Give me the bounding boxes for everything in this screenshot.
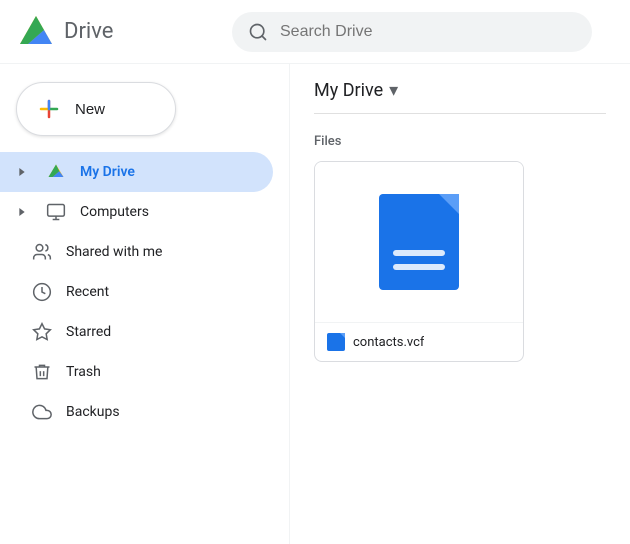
file-small-icon bbox=[327, 333, 345, 351]
section-label: Files bbox=[314, 134, 606, 149]
sidebar-item-computers[interactable]: Computers bbox=[0, 192, 273, 232]
file-footer: contacts.vcf bbox=[315, 322, 523, 361]
drive-logo-icon bbox=[16, 12, 56, 52]
new-button[interactable]: New bbox=[16, 82, 176, 136]
starred-label: Starred bbox=[66, 324, 111, 340]
sidebar-item-shared-with-me[interactable]: Shared with me bbox=[0, 232, 273, 272]
sidebar: New My Drive bbox=[0, 64, 290, 544]
search-bar[interactable] bbox=[232, 12, 592, 52]
star-icon bbox=[32, 322, 52, 342]
my-drive-label: My Drive bbox=[80, 164, 135, 180]
dropdown-arrow-icon[interactable]: ▾ bbox=[389, 80, 398, 101]
files-grid: contacts.vcf bbox=[314, 161, 606, 362]
sidebar-item-trash[interactable]: Trash bbox=[0, 352, 273, 392]
expand-arrow-icon bbox=[12, 162, 32, 182]
main-layout: New My Drive bbox=[0, 64, 630, 544]
new-button-label: New bbox=[75, 101, 105, 118]
drive-icon bbox=[46, 162, 66, 182]
sidebar-item-recent[interactable]: Recent bbox=[0, 272, 273, 312]
header: Drive bbox=[0, 0, 630, 64]
trash-icon bbox=[32, 362, 52, 382]
file-preview bbox=[315, 162, 523, 322]
file-card[interactable]: contacts.vcf bbox=[314, 161, 524, 362]
content-area: My Drive ▾ Files contacts.vcf bbox=[290, 64, 630, 544]
search-input[interactable] bbox=[280, 23, 576, 41]
logo-text: Drive bbox=[64, 19, 113, 44]
backups-label: Backups bbox=[66, 404, 120, 420]
computers-label: Computers bbox=[80, 204, 149, 220]
file-doc-icon bbox=[379, 194, 459, 290]
shared-with-me-label: Shared with me bbox=[66, 244, 162, 260]
plus-icon bbox=[37, 97, 61, 121]
sidebar-item-my-drive[interactable]: My Drive bbox=[0, 152, 273, 192]
expand-arrow-computers-icon bbox=[12, 202, 32, 222]
file-doc-line-1 bbox=[393, 250, 445, 256]
sidebar-item-starred[interactable]: Starred bbox=[0, 312, 273, 352]
file-name: contacts.vcf bbox=[353, 335, 424, 350]
clock-icon bbox=[32, 282, 52, 302]
computer-icon bbox=[46, 202, 66, 222]
people-icon bbox=[32, 242, 52, 262]
file-doc-line-2 bbox=[393, 264, 445, 270]
logo-area: Drive bbox=[16, 12, 216, 52]
trash-label: Trash bbox=[66, 364, 101, 380]
content-title: My Drive bbox=[314, 80, 383, 101]
content-header: My Drive ▾ bbox=[314, 80, 606, 114]
search-icon bbox=[248, 22, 268, 42]
recent-label: Recent bbox=[66, 284, 109, 300]
cloud-icon bbox=[32, 402, 52, 422]
sidebar-item-backups[interactable]: Backups bbox=[0, 392, 273, 432]
